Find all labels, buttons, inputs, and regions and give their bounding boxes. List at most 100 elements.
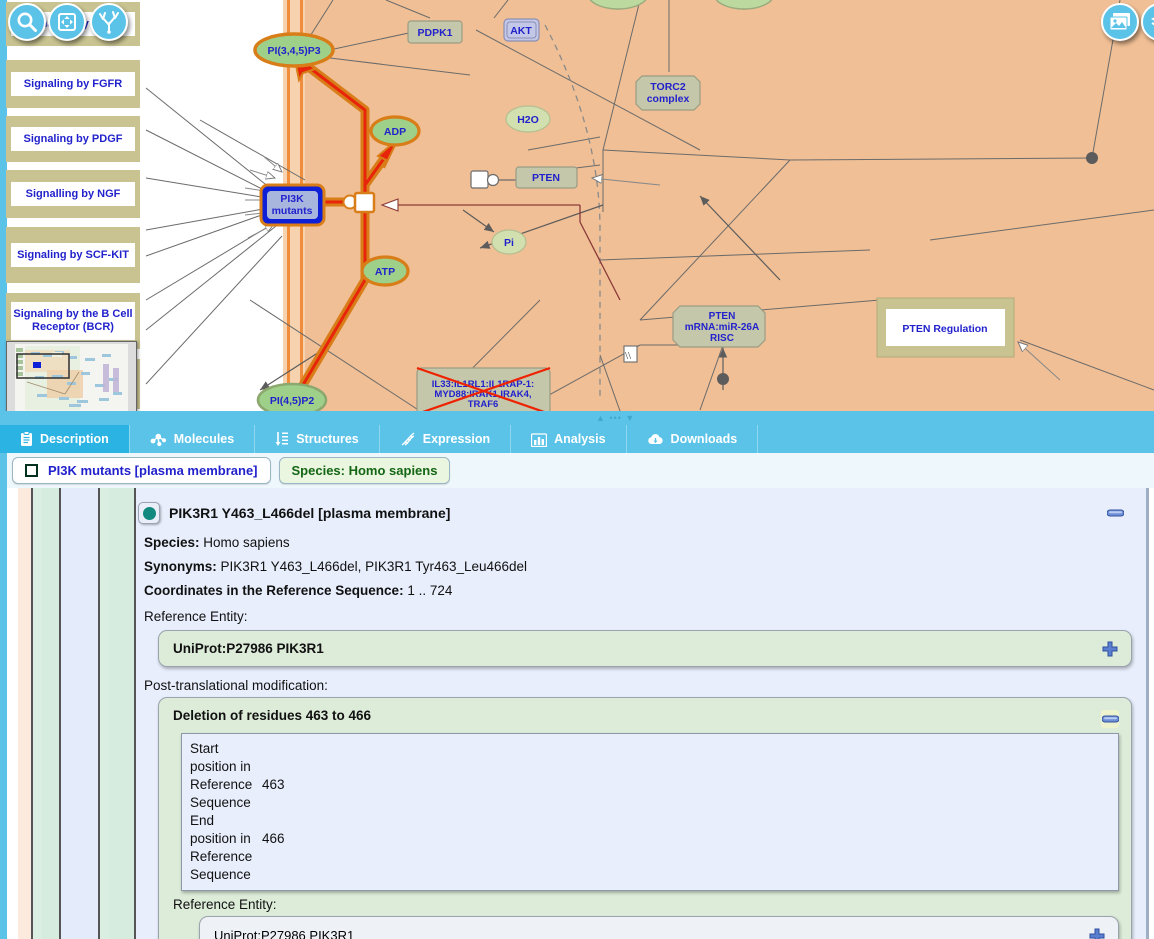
search-icon[interactable]: [8, 3, 46, 41]
details-left-rail: [0, 488, 7, 939]
tab-downloads[interactable]: Downloads: [627, 425, 759, 453]
breadcrumb-item-4[interactable]: Signaling by SCF-KIT: [6, 227, 140, 283]
clipboard-icon: [20, 431, 33, 447]
entity-status-icon[interactable]: [138, 502, 160, 524]
property-key: End position in Reference Sequence: [190, 813, 253, 882]
entity-header[interactable]: PIK3R1 Y463_L466del [plasma membrane]: [136, 498, 1146, 526]
svg-text:PDPK1: PDPK1: [417, 27, 452, 39]
svg-text:PI(3,4,5)P3: PI(3,4,5)P3: [267, 45, 320, 57]
field-key: Coordinates in the Reference Sequence:: [144, 583, 404, 598]
nest-col-3: [61, 488, 98, 939]
property-value: 463: [262, 777, 285, 792]
panel-splitter[interactable]: ▲ ••• ▼: [0, 411, 1154, 425]
pathway-overview-icon[interactable]: [90, 3, 128, 41]
splitter-grip[interactable]: ▲ ••• ▼: [596, 412, 635, 424]
svg-text:PTEN Regulation: PTEN Regulation: [902, 323, 987, 335]
structures-icon: [275, 431, 289, 447]
detail-tabs[interactable]: Description Molecules Structures Express…: [0, 425, 1154, 453]
svg-text:complex: complex: [647, 93, 690, 105]
detail-title-row: PI3K mutants [plasma membrane] Species: …: [0, 453, 1154, 488]
molecule-icon: [150, 432, 167, 447]
svg-text:TRAF6: TRAF6: [468, 399, 499, 410]
svg-text:PTEN: PTEN: [532, 172, 560, 184]
tabbar-filler: [758, 425, 1154, 453]
reference-entity-card[interactable]: UniProt:P27986 PIK3R1: [158, 630, 1132, 667]
field-key: Species:: [144, 535, 200, 550]
svg-text:PI3K: PI3K: [280, 193, 304, 205]
breadcrumb-item-1[interactable]: Signaling by FGFR: [6, 60, 140, 108]
nest-col-1: [18, 488, 31, 939]
ptm-reference-entity-value: UniProt:P27986 PIK3R1: [214, 928, 355, 939]
field-key: Synonyms:: [144, 559, 217, 574]
diagram-graphics[interactable]: \\ PI(3,4,5)P3 PDPK1 AKT ADP H2O TORC2 c…: [0, 0, 1154, 411]
breadcrumb-label: Signaling by the B Cell Receptor (BCR): [11, 302, 135, 340]
svg-text:TORC2: TORC2: [650, 81, 686, 93]
tab-description[interactable]: Description: [0, 425, 130, 453]
tab-structures[interactable]: Structures: [255, 425, 380, 453]
field-synonyms: Synonyms: PIK3R1 Y463_L466del, PIK3R1 Ty…: [136, 550, 1146, 574]
field-species: Species: Homo sapiens: [136, 526, 1146, 550]
selected-entity-pill[interactable]: PI3K mutants [plasma membrane]: [12, 457, 271, 484]
entity-title: PIK3R1 Y463_L466del [plasma membrane]: [169, 505, 451, 521]
dna-icon: [400, 431, 416, 447]
minimap[interactable]: [6, 341, 137, 411]
collapse-entity-button[interactable]: [1106, 506, 1125, 521]
breadcrumb-label: Signalling by NGF: [11, 181, 135, 207]
ptm-properties-table: Start position in Reference Sequence 463…: [181, 733, 1119, 891]
checkbox-icon[interactable]: [25, 464, 38, 477]
species-label: Species: Homo sapiens: [291, 463, 438, 478]
expand-ptm-reference-entity-button[interactable]: [1088, 927, 1106, 939]
tab-analysis[interactable]: Analysis: [511, 425, 627, 453]
species-badge[interactable]: Species: Homo sapiens: [278, 457, 451, 484]
field-coordinates: Coordinates in the Reference Sequence: 1…: [136, 574, 1146, 598]
field-value: PIK3R1 Y463_L466del, PIK3R1 Tyr463_Leu46…: [220, 559, 528, 574]
ptm-reference-entity-label: Reference Entity:: [173, 897, 277, 912]
tab-label: Analysis: [554, 432, 606, 446]
field-value: Homo sapiens: [203, 535, 290, 550]
tab-molecules[interactable]: Molecules: [130, 425, 256, 453]
tab-expression[interactable]: Expression: [380, 425, 512, 453]
reference-entity-label: Reference Entity:: [144, 609, 248, 624]
bar-chart-icon: [531, 432, 548, 447]
property-key: Start position in Reference Sequence: [190, 741, 253, 810]
breadcrumb-item-2[interactable]: Signaling by PDGF: [6, 116, 140, 162]
minus-icon: [1106, 509, 1125, 516]
nest-col-4: [109, 488, 136, 939]
svg-text:PI(4,5)P2: PI(4,5)P2: [270, 395, 315, 407]
tab-label: Structures: [296, 432, 359, 446]
nest-col-2: [42, 488, 59, 939]
plus-icon: [1089, 928, 1105, 939]
table-row: End position in Reference Sequence 466: [182, 812, 1118, 884]
fit-to-screen-icon[interactable]: [48, 3, 86, 41]
illustration-icon[interactable]: [1101, 3, 1139, 41]
breadcrumb-label: Signaling by PDGF: [11, 126, 135, 152]
breadcrumb-label: Signaling by FGFR: [11, 71, 135, 97]
minus-icon: [1101, 715, 1119, 723]
details-panel[interactable]: PIK3R1 Y463_L466del [plasma membrane] Sp…: [0, 488, 1154, 939]
collapse-ptm-button[interactable]: [1101, 710, 1119, 728]
breadcrumb-item-3[interactable]: Signalling by NGF: [6, 170, 140, 218]
svg-text:RISC: RISC: [710, 333, 734, 344]
ptm-label: Post-translational modification:: [144, 678, 328, 693]
svg-text:PTEN: PTEN: [709, 311, 736, 322]
svg-text:ADP: ADP: [384, 126, 406, 138]
expand-reference-entity-button[interactable]: [1101, 640, 1119, 658]
nest-col-4a: [100, 488, 109, 939]
ptm-card[interactable]: Deletion of residues 463 to 466 Start po…: [158, 697, 1132, 939]
svg-text:mRNA:miR-26A: mRNA:miR-26A: [685, 322, 759, 333]
pathway-diagram-canvas[interactable]: \\ PI(3,4,5)P3 PDPK1 AKT ADP H2O TORC2 c…: [0, 0, 1154, 411]
field-value: 1 .. 724: [407, 583, 453, 598]
svg-text:\\: \\: [625, 350, 632, 362]
ptm-reference-entity-card[interactable]: UniProt:P27986 PIK3R1: [199, 916, 1119, 939]
tab-label: Expression: [422, 432, 491, 446]
nest-gutter-0: [7, 488, 18, 939]
svg-text:ATP: ATP: [375, 266, 395, 278]
cloud-download-icon: [647, 432, 664, 447]
tab-label: Molecules: [173, 432, 235, 446]
ptm-section: Deletion of residues 463 to 466 Start po…: [158, 697, 1132, 939]
selected-entity-label: PI3K mutants [plasma membrane]: [48, 463, 258, 478]
tab-label: Downloads: [670, 432, 738, 446]
vertical-scrollbar[interactable]: [1146, 488, 1149, 939]
svg-text:mutants: mutants: [272, 205, 313, 217]
svg-text:H2O: H2O: [517, 114, 539, 126]
